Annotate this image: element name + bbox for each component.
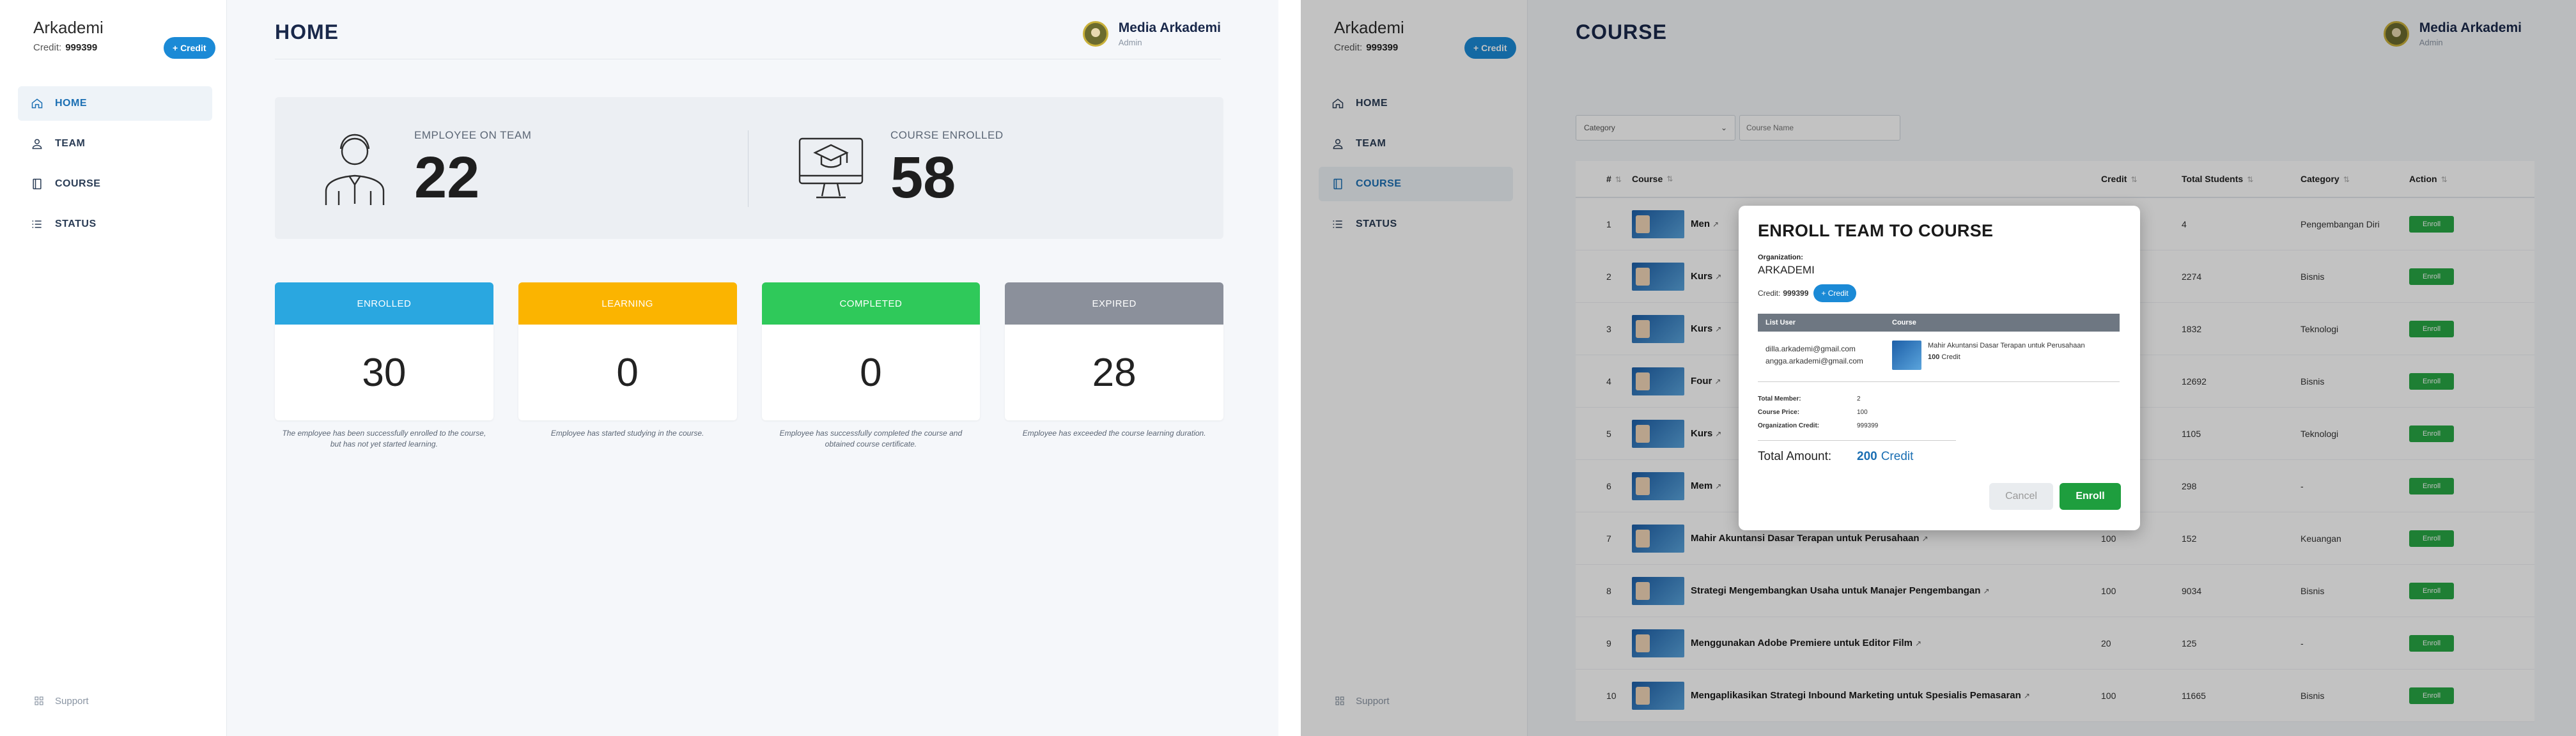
- modal-credit: Credit: 999399 + Credit: [1758, 284, 2121, 302]
- enroll-table-row: dilla.arkademi@gmail.com angga.arkademi@…: [1758, 332, 2120, 382]
- sidebar-nav: HOME TEAM COURSE STATUS: [18, 86, 212, 247]
- book-icon: [33, 178, 42, 190]
- card-description: Employee has exceeded the course learnin…: [1022, 429, 1206, 438]
- screen-gap: [1278, 0, 1301, 736]
- support-icon: [35, 696, 43, 705]
- card-expired[interactable]: EXPIRED 28 Employee has exceeded the cou…: [1005, 282, 1223, 450]
- user-profile[interactable]: Media Arkademi Admin: [1082, 20, 1221, 47]
- card-header: ENROLLED: [275, 282, 493, 325]
- user-name: Media Arkademi: [1118, 20, 1221, 35]
- add-credit-button[interactable]: + Credit: [164, 37, 215, 59]
- selected-course-name: Mahir Akuntansi Dasar Terapan untuk Peru…: [1928, 342, 2085, 349]
- stat-value: 58: [890, 145, 956, 210]
- home-screen: Arkademi Credit: 999399 + Credit HOME TEA…: [0, 0, 1278, 736]
- employee-icon: [325, 134, 385, 205]
- card-enrolled[interactable]: ENROLLED 30 The employee has been succes…: [275, 282, 493, 450]
- stat-divider: [748, 130, 749, 207]
- modal-title: ENROLL TEAM TO COURSE: [1758, 221, 1994, 240]
- user-list: dilla.arkademi@gmail.com angga.arkademi@…: [1758, 341, 1892, 370]
- stat-employee: EMPLOYEE ON TEAM 22: [320, 97, 531, 239]
- stat-label: COURSE ENROLLED: [890, 129, 1004, 141]
- total-amount-value: 200: [1857, 450, 1877, 463]
- sidebar-item-course[interactable]: COURSE: [18, 167, 212, 201]
- user-role: Admin: [1118, 38, 1142, 47]
- total-member-value: 2: [1857, 395, 1861, 402]
- course-thumbnail: [1892, 341, 1921, 370]
- card-description: The employee has been successfully enrol…: [282, 429, 486, 448]
- card-count: 0: [761, 325, 981, 420]
- enroll-modal: ENROLL TEAM TO COURSE Organization: ARKA…: [1739, 206, 2140, 530]
- list-icon: [32, 220, 42, 228]
- page-title: HOME: [275, 20, 339, 43]
- course-price-value: 100: [1857, 409, 1868, 416]
- avatar: [1082, 21, 1108, 47]
- enroll-table: List User Course dilla.arkademi@gmail.co…: [1758, 314, 2120, 382]
- stat-value: 22: [414, 145, 480, 210]
- course-credit-value: 100: [1928, 353, 1940, 361]
- modal-add-credit-button[interactable]: + Credit: [1813, 284, 1856, 302]
- main-content: HOME Media Arkademi Admin EMPLOYEE ON TE…: [227, 0, 1278, 736]
- card-count: 30: [275, 325, 493, 420]
- card-count: 0: [518, 325, 737, 420]
- sidebar-item-team[interactable]: TEAM: [18, 126, 212, 161]
- sidebar-item-status[interactable]: STATUS: [18, 207, 212, 241]
- stat-label: EMPLOYEE ON TEAM: [414, 129, 532, 141]
- card-count: 28: [1005, 325, 1223, 420]
- sidebar-item-home[interactable]: HOME: [18, 86, 212, 121]
- selected-course: Mahir Akuntansi Dasar Terapan untuk Peru…: [1892, 341, 2085, 370]
- status-cards: ENROLLED 30 The employee has been succes…: [275, 282, 1223, 450]
- credit-balance: Credit: 999399: [33, 42, 98, 53]
- enroll-button[interactable]: Enroll: [2060, 483, 2121, 510]
- team-icon: [32, 139, 42, 150]
- brand-name: Arkademi: [33, 18, 104, 37]
- card-header: EXPIRED: [1005, 282, 1223, 325]
- modal-actions: Cancel Enroll: [1989, 483, 2121, 510]
- user-email: dilla.arkademi@gmail.com: [1765, 344, 1856, 353]
- monitor-graduation-icon: [798, 137, 864, 199]
- cancel-button[interactable]: Cancel: [1989, 483, 2053, 510]
- enroll-summary: Total Member: 2 Course Price: 100 Organiza…: [1758, 392, 1956, 441]
- card-header: LEARNING: [518, 282, 737, 325]
- sidebar: Arkademi Credit: 999399 + Credit HOME TEA…: [0, 0, 227, 736]
- home-icon: [31, 98, 43, 109]
- card-completed[interactable]: COMPLETED 0 Employee has successfully co…: [761, 282, 981, 450]
- card-learning[interactable]: LEARNING 0 Employee has started studying…: [518, 282, 737, 450]
- card-description: Employee has successfully completed the …: [779, 429, 963, 448]
- stats-panel: EMPLOYEE ON TEAM 22 COURSE ENROLLED 58: [275, 97, 1223, 239]
- card-header: COMPLETED: [761, 282, 981, 325]
- organization-label: Organization:: [1758, 254, 1803, 261]
- stat-course: COURSE ENROLLED 58: [796, 97, 1004, 239]
- card-description: Employee has started studying in the cou…: [550, 429, 704, 438]
- organization-credit-value: 999399: [1857, 422, 1879, 429]
- support-link[interactable]: Support: [33, 695, 89, 707]
- total-amount: Total Amount: 200 Credit: [1758, 450, 1914, 463]
- enroll-table-header: List User Course: [1758, 314, 2120, 332]
- user-email: angga.arkademi@gmail.com: [1765, 356, 1863, 366]
- organization-value: ARKADEMI: [1758, 264, 1815, 276]
- course-screen: Arkademi Credit: 999399 + Credit HOME TEA…: [1301, 0, 2576, 736]
